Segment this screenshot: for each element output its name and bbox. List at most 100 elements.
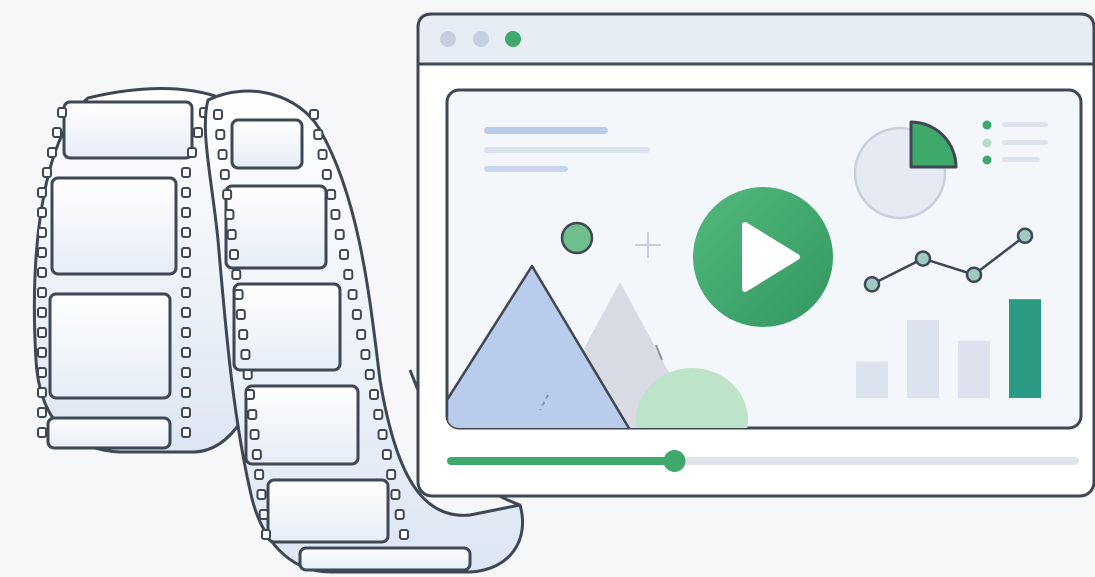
sprocket-hole	[37, 227, 47, 238]
chart-point	[965, 266, 983, 283]
sprocket-hole	[238, 329, 249, 340]
sprocket-hole	[399, 529, 409, 540]
chart-point	[863, 276, 881, 293]
sprocket-hole	[326, 189, 337, 200]
player-window	[416, 12, 1095, 498]
sprocket-hole	[321, 169, 332, 180]
sprocket-hole	[373, 409, 384, 420]
legend-dot	[982, 138, 992, 148]
chart-bar	[1009, 299, 1041, 398]
sprocket-hole	[247, 409, 258, 420]
film-frame	[46, 416, 172, 450]
sprocket-hole	[347, 289, 358, 300]
sprocket-hole	[37, 307, 47, 318]
text-line	[484, 166, 568, 172]
sprocket-hole	[37, 267, 47, 278]
sprocket-hole	[251, 449, 262, 460]
sprocket-hole	[330, 209, 341, 220]
chart-bar	[856, 361, 888, 398]
sprocket-hole	[309, 109, 319, 120]
sprocket-hole	[181, 387, 191, 398]
sprocket-hole	[42, 167, 52, 178]
sprocket-hole	[37, 427, 47, 438]
film-frame	[48, 292, 172, 400]
sprocket-hole	[37, 367, 47, 378]
text-line	[484, 147, 650, 153]
sprocket-hole	[386, 469, 397, 480]
sprocket-hole	[181, 307, 191, 318]
sprocket-hole	[226, 229, 237, 240]
film-frame	[224, 184, 328, 270]
play-button[interactable]	[693, 187, 833, 327]
sprocket-hole	[52, 127, 62, 138]
sprocket-hole	[37, 287, 47, 298]
film-frame	[62, 100, 194, 160]
film-frame	[298, 546, 472, 572]
chart-bar	[958, 340, 990, 398]
sprocket-hole	[245, 389, 255, 400]
legend-dot	[982, 155, 992, 165]
sprocket-hole	[256, 489, 267, 500]
sprocket-hole	[249, 429, 260, 440]
sprocket-hole	[231, 269, 242, 280]
legend-line	[1002, 122, 1048, 127]
sprocket-hole	[381, 449, 392, 460]
sprocket-hole	[317, 149, 328, 160]
illustration-scene	[0, 0, 1095, 577]
sprocket-hole	[258, 509, 269, 520]
chart-bar	[907, 320, 939, 398]
sprocket-hole	[217, 149, 228, 160]
chart-point	[914, 250, 932, 267]
film-frame	[266, 478, 390, 544]
film-frame	[50, 176, 178, 276]
sprocket-hole	[181, 207, 191, 218]
sprocket-hole	[37, 407, 47, 418]
sprocket-hole	[313, 129, 324, 140]
sprocket-hole	[240, 349, 251, 360]
sprocket-hole	[181, 247, 191, 258]
video-analytics-illustration	[32, 12, 1095, 574]
window-dot-minimize[interactable]	[473, 31, 489, 47]
sprocket-hole	[377, 429, 388, 440]
sprocket-hole	[181, 227, 191, 238]
sprocket-hole	[229, 249, 239, 260]
sprocket-hole	[233, 289, 244, 300]
sprocket-hole	[37, 187, 47, 198]
sprocket-hole	[219, 169, 230, 180]
sprocket-hole	[235, 309, 246, 320]
sprocket-hole	[37, 347, 47, 358]
film-frame	[230, 118, 304, 170]
legend-line	[1002, 140, 1048, 145]
sprocket-hole	[224, 209, 235, 220]
sprocket-hole	[181, 427, 191, 438]
sprocket-hole	[215, 129, 226, 140]
window-dot-close[interactable]	[440, 31, 456, 47]
sprocket-hole	[181, 407, 191, 418]
sprocket-hole	[37, 247, 47, 258]
sprocket-hole	[181, 187, 191, 198]
sprocket-hole	[181, 267, 191, 278]
sprocket-hole	[356, 329, 367, 340]
legend-dot	[982, 120, 992, 130]
sprocket-hole	[187, 147, 197, 158]
sprocket-hole	[339, 249, 349, 260]
sprocket-hole	[369, 389, 379, 400]
sprocket-hole	[351, 309, 362, 320]
sprocket-hole	[181, 347, 191, 358]
sprocket-hole	[57, 107, 67, 118]
sprocket-hole	[390, 489, 401, 500]
sprocket-hole	[242, 369, 253, 380]
sprocket-hole	[394, 509, 405, 520]
sprocket-hole	[334, 229, 345, 240]
sprocket-hole	[181, 327, 191, 338]
sprocket-hole	[254, 469, 265, 480]
film-frame	[244, 384, 360, 466]
sprocket-hole	[343, 269, 354, 280]
chart-point	[1016, 227, 1034, 245]
sprocket-hole	[261, 529, 271, 540]
sprocket-hole	[37, 327, 47, 338]
sun-icon	[560, 221, 594, 255]
window-dot-maximize[interactable]	[505, 31, 521, 47]
sprocket-hole	[213, 109, 223, 120]
seek-handle[interactable]	[663, 450, 686, 472]
